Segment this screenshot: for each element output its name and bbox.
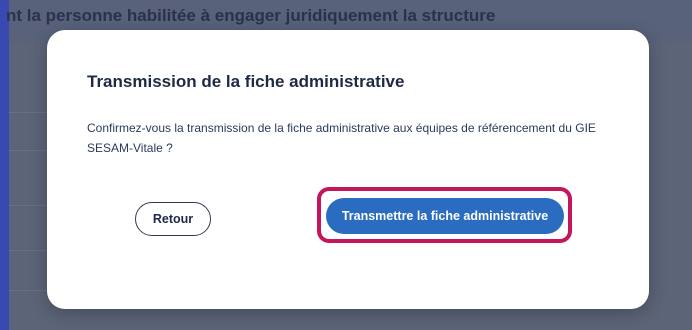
modal-title: Transmission de la fiche administrative — [87, 72, 405, 91]
back-button[interactable]: Retour — [135, 202, 211, 236]
modal-message: Confirmez-vous la transmission de la fic… — [87, 121, 596, 155]
confirm-transmission-modal: Transmission de la fiche administrative … — [47, 30, 649, 309]
transmit-fiche-button[interactable]: Transmettre la fiche administrative — [326, 198, 564, 234]
